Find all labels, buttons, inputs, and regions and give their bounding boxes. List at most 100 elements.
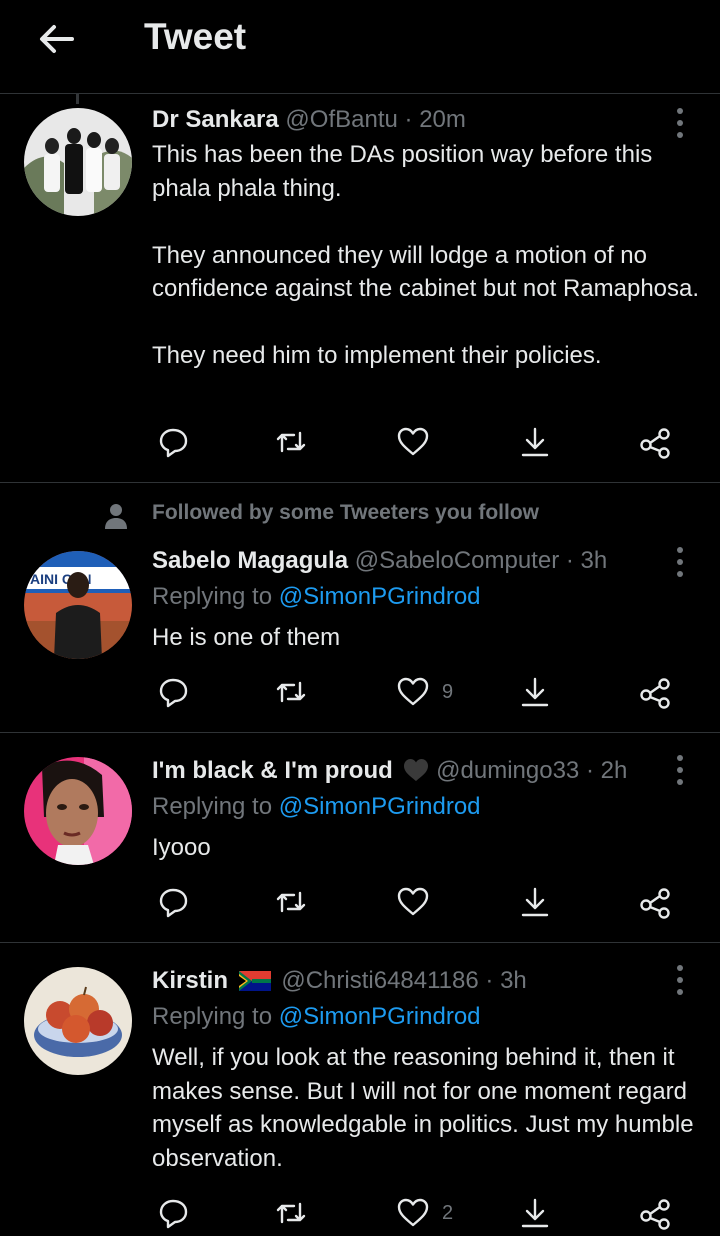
back-button[interactable] bbox=[34, 18, 78, 62]
south-africa-flag-emoji bbox=[238, 971, 271, 991]
tweet-header: Sabelo Magagula @SabeloComputer · 3h bbox=[152, 546, 664, 576]
tweet-text: Well, if you look at the reasoning behin… bbox=[152, 1044, 694, 1172]
mention-link[interactable]: @SimonPGrindrod bbox=[279, 793, 481, 820]
separator-dot: · bbox=[485, 967, 494, 994]
replying-to: Replying to @SimonPGrindrod bbox=[152, 1002, 481, 1032]
replying-to: Replying to @SimonPGrindrod bbox=[152, 582, 481, 612]
black-heart-emoji bbox=[404, 759, 429, 781]
save-button[interactable] bbox=[518, 1193, 552, 1233]
replying-to: Replying to @SimonPGrindrod bbox=[152, 792, 481, 822]
user-handle[interactable]: @Christi64841186 bbox=[281, 967, 478, 994]
user-handle[interactable]: @dumingo33 bbox=[436, 757, 579, 784]
reply-button[interactable] bbox=[156, 1193, 190, 1233]
retweet-icon bbox=[276, 1202, 306, 1224]
avatar[interactable] bbox=[24, 967, 132, 1075]
tweet-actions: 9 bbox=[152, 672, 700, 712]
retweet-icon bbox=[276, 891, 306, 913]
page-title: Tweet bbox=[144, 16, 247, 57]
tweet-header: Kirstin @Christi64841186 · 3h bbox=[152, 966, 664, 996]
display-name[interactable]: Kirstin bbox=[152, 967, 228, 994]
more-options-button[interactable] bbox=[670, 753, 690, 787]
more-vertical-icon bbox=[677, 755, 683, 761]
more-vertical-icon bbox=[677, 965, 683, 971]
display-name[interactable]: Sabelo Magagula bbox=[152, 547, 348, 574]
retweet-icon bbox=[276, 681, 306, 703]
heart-icon bbox=[397, 427, 429, 456]
more-options-button[interactable] bbox=[670, 963, 690, 997]
arrow-left-icon bbox=[40, 25, 74, 53]
save-button[interactable] bbox=[518, 422, 552, 462]
user-handle[interactable]: @SabeloComputer bbox=[355, 547, 559, 574]
avatar[interactable] bbox=[24, 757, 132, 865]
download-icon bbox=[521, 677, 549, 707]
retweet-button[interactable] bbox=[274, 672, 308, 712]
replying-prefix: Replying to bbox=[152, 1003, 273, 1030]
retweet-button[interactable] bbox=[274, 422, 308, 462]
share-icon bbox=[640, 678, 670, 709]
like-button[interactable]: 9 bbox=[396, 672, 453, 712]
save-button[interactable] bbox=[518, 882, 552, 922]
tweet-header: I'm black & I'm proud @dumingo33 · 2h bbox=[152, 756, 664, 786]
display-name[interactable]: I'm black & I'm proud bbox=[152, 757, 393, 784]
share-icon bbox=[640, 888, 670, 919]
share-button[interactable] bbox=[638, 672, 672, 712]
tweet[interactable]: I'm black & I'm proud @dumingo33 · 2h Re… bbox=[0, 733, 720, 943]
retweet-button[interactable] bbox=[274, 1193, 308, 1233]
replying-prefix: Replying to bbox=[152, 583, 273, 610]
tweet-text: He is one of them bbox=[152, 624, 341, 651]
tweet-text: This has been the DAs position way befor… bbox=[152, 141, 700, 369]
avatar[interactable]: AINI CEN bbox=[24, 551, 132, 659]
like-button[interactable] bbox=[396, 882, 442, 922]
tweet[interactable]: Followed by some Tweeters you follow AIN… bbox=[0, 483, 720, 733]
more-options-button[interactable] bbox=[670, 106, 690, 140]
retweet-button[interactable] bbox=[274, 882, 308, 922]
reply-icon bbox=[159, 888, 188, 918]
display-name[interactable]: Dr Sankara bbox=[152, 106, 279, 133]
timestamp[interactable]: 3h bbox=[581, 547, 608, 574]
separator-dot: · bbox=[585, 757, 594, 784]
reply-button[interactable] bbox=[156, 672, 190, 712]
retweet-icon bbox=[276, 431, 306, 453]
more-vertical-icon bbox=[677, 547, 683, 553]
tweet-actions bbox=[152, 422, 700, 462]
replying-prefix: Replying to bbox=[152, 793, 273, 820]
like-count: 2 bbox=[442, 1201, 454, 1224]
followed-by-text: Followed by some Tweeters you follow bbox=[152, 501, 540, 524]
top-bar: Tweet bbox=[0, 0, 720, 94]
save-button[interactable] bbox=[518, 672, 552, 712]
share-icon bbox=[640, 428, 670, 459]
separator-dot: · bbox=[565, 547, 574, 574]
timestamp[interactable]: 3h bbox=[500, 967, 527, 994]
tweet-actions: 2 bbox=[152, 1193, 700, 1233]
tweet-header: Dr Sankara @OfBantu · 20m bbox=[152, 105, 664, 135]
heart-icon bbox=[397, 1198, 429, 1227]
mention-link[interactable]: @SimonPGrindrod bbox=[279, 583, 481, 610]
mention-link[interactable]: @SimonPGrindrod bbox=[279, 1003, 481, 1030]
user-handle[interactable]: @OfBantu bbox=[285, 106, 397, 133]
person-icon bbox=[105, 504, 127, 529]
reply-button[interactable] bbox=[156, 422, 190, 462]
share-icon bbox=[640, 1199, 670, 1230]
download-icon bbox=[521, 427, 549, 457]
share-button[interactable] bbox=[638, 1193, 672, 1233]
heart-icon bbox=[397, 887, 429, 916]
share-button[interactable] bbox=[638, 422, 672, 462]
more-options-button[interactable] bbox=[670, 545, 690, 579]
download-icon bbox=[521, 1198, 549, 1228]
like-button[interactable] bbox=[396, 422, 442, 462]
download-icon bbox=[521, 887, 549, 917]
like-button[interactable]: 2 bbox=[396, 1193, 453, 1233]
reply-icon bbox=[159, 428, 188, 458]
reply-icon bbox=[159, 678, 188, 708]
tweet[interactable]: Kirstin @Christi64841186 · 3h Replying t… bbox=[0, 943, 720, 1236]
like-count: 9 bbox=[442, 680, 454, 703]
timestamp[interactable]: 2h bbox=[601, 757, 628, 784]
share-button[interactable] bbox=[638, 882, 672, 922]
reply-icon bbox=[159, 1199, 188, 1229]
avatar[interactable] bbox=[24, 108, 132, 216]
reply-button[interactable] bbox=[156, 882, 190, 922]
separator-dot: · bbox=[404, 106, 413, 133]
tweet[interactable]: Dr Sankara @OfBantu · 20m This has been … bbox=[0, 94, 720, 483]
timestamp[interactable]: 20m bbox=[419, 106, 466, 133]
more-vertical-icon bbox=[677, 108, 683, 114]
